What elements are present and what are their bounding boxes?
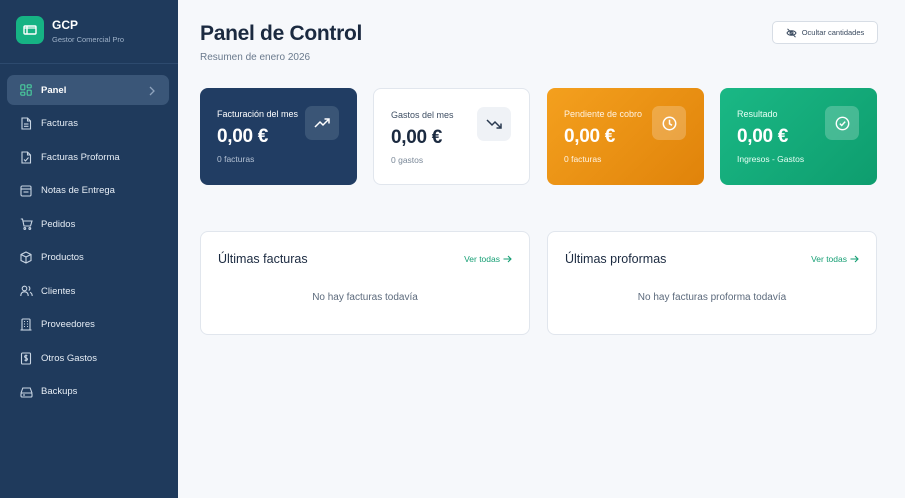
- sidebar-item-label: Otros Gastos: [41, 352, 97, 364]
- stat-card-resultado: Resultado 0,00 € Ingresos - Gastos: [720, 88, 877, 185]
- proforma-icon: [19, 150, 33, 164]
- sidebar-item-backups[interactable]: Backups: [7, 377, 169, 407]
- hide-amounts-label: Ocultar cantidades: [801, 28, 865, 37]
- sidebar-item-pedidos[interactable]: Pedidos: [7, 209, 169, 239]
- sidebar-item-proveedores[interactable]: Proveedores: [7, 310, 169, 340]
- view-all-label: Ver todas: [464, 254, 500, 264]
- stat-card-gastos: Gastos del mes 0,00 € 0 gastos: [373, 88, 530, 185]
- users-icon: [19, 284, 33, 298]
- building-icon: [19, 318, 33, 332]
- sidebar-item-label: Clientes: [41, 285, 76, 297]
- stat-card-facturacion: Facturación del mes 0,00 € 0 facturas: [200, 88, 357, 185]
- brand: GCP Gestor Comercial Pro: [0, 0, 178, 64]
- sidebar-item-label: Facturas Proforma: [41, 151, 120, 163]
- sidebar-item-label: Notas de Entrega: [41, 185, 115, 196]
- view-all-proformas-link[interactable]: Ver todas: [811, 254, 859, 264]
- receipt-icon: [19, 351, 33, 365]
- sidebar-item-facturas-proforma[interactable]: Facturas Proforma: [7, 142, 169, 172]
- stat-subtext: 0 gastos: [391, 155, 424, 165]
- sidebar-item-otros-gastos[interactable]: Otros Gastos: [7, 343, 169, 373]
- database-icon: [19, 385, 33, 399]
- logo-icon: [16, 16, 44, 44]
- stat-card-pendiente: Pendiente de cobro 0,00 € 0 facturas: [547, 88, 704, 185]
- sidebar-item-productos[interactable]: Productos: [7, 243, 169, 273]
- clock-icon: [652, 106, 686, 140]
- panel-title: Últimas proformas: [565, 252, 667, 266]
- sidebar-item-label: Backups: [41, 386, 78, 397]
- stat-subtext: 0 facturas: [564, 154, 602, 164]
- eye-off-icon: [786, 27, 797, 38]
- stat-subtext: 0 facturas: [217, 154, 255, 164]
- sidebar-item-facturas[interactable]: Facturas: [7, 109, 169, 139]
- brand-subtitle: Gestor Comercial Pro: [52, 35, 125, 44]
- page-title: Panel de Control: [200, 22, 363, 45]
- sidebar-item-panel[interactable]: Panel: [7, 75, 169, 105]
- arrow-right-icon: [503, 255, 512, 263]
- sidebar-item-label: Pedidos: [41, 218, 76, 230]
- panel-ultimas-proformas: Últimas proformas Ver todas No hay factu…: [547, 231, 877, 335]
- panel-ultimas-facturas: Últimas facturas Ver todas No hay factur…: [200, 231, 530, 335]
- page-subtitle: Resumen de enero 2026: [200, 52, 311, 63]
- invoice-icon: [19, 117, 33, 131]
- arrow-right-icon: [850, 255, 859, 263]
- trending-down-icon: [477, 107, 511, 141]
- view-all-invoices-link[interactable]: Ver todas: [464, 254, 512, 264]
- sidebar-item-notas-de-entrega[interactable]: Notas de Entrega: [7, 176, 169, 206]
- sidebar-nav: Panel Facturas Facturas Proforma Notas d…: [0, 64, 178, 407]
- chevron-right-icon: [147, 84, 157, 96]
- sidebar-item-clientes[interactable]: Clientes: [7, 276, 169, 306]
- empty-state-text: No hay facturas todavía: [312, 292, 418, 303]
- stat-subtext: Ingresos - Gastos: [737, 154, 805, 164]
- sidebar-item-label: Proveedores: [41, 319, 95, 330]
- sidebar-item-label: Panel: [41, 84, 67, 96]
- dashboard-icon: [19, 83, 33, 97]
- trending-up-icon: [305, 106, 339, 140]
- main-content: Panel de Control Resumen de enero 2026 O…: [178, 0, 905, 498]
- box-icon: [19, 251, 33, 265]
- check-circle-icon: [825, 106, 859, 140]
- hide-amounts-button[interactable]: Ocultar cantidades: [772, 21, 878, 44]
- panel-title: Últimas facturas: [218, 252, 308, 266]
- delivery-note-icon: [19, 184, 33, 198]
- sidebar: GCP Gestor Comercial Pro Panel Facturas …: [0, 0, 178, 498]
- cart-icon: [19, 217, 33, 231]
- brand-title: GCP: [52, 18, 79, 32]
- sidebar-item-label: Productos: [41, 252, 84, 263]
- view-all-label: Ver todas: [811, 254, 847, 264]
- empty-state-text: No hay facturas proforma todavía: [637, 292, 787, 303]
- sidebar-item-label: Facturas: [41, 118, 78, 129]
